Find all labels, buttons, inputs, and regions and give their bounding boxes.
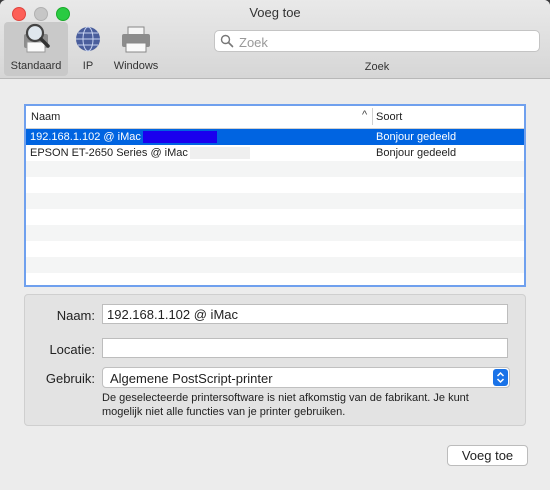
- redaction-box: [189, 147, 250, 159]
- driver-warning-note: De geselecteerde printersoftware is niet…: [102, 392, 469, 418]
- name-label: Naam:: [56, 308, 95, 323]
- printer-list[interactable]: Naam ^ Soort 192.168.1.102 @ iMac Bonjou…: [24, 104, 526, 287]
- column-header-type[interactable]: Soort: [376, 111, 402, 123]
- printer-details-form: Naam: Locatie: Gebruik: Algemene PostScr…: [24, 294, 526, 426]
- name-field[interactable]: [102, 304, 508, 324]
- printer-type: Bonjour gedeeld: [376, 147, 457, 159]
- search-field[interactable]: [214, 30, 540, 52]
- column-divider[interactable]: [372, 108, 373, 125]
- toolbar-tab-windows-label: Windows: [113, 60, 159, 72]
- add-button[interactable]: Voeg toe: [447, 445, 528, 466]
- empty-row: [26, 161, 524, 177]
- use-label: Gebruik:: [45, 371, 95, 386]
- toolbar-tab-standard[interactable]: Standaard: [4, 22, 68, 76]
- printer-name: 192.168.1.102 @ iMac: [30, 131, 141, 143]
- globe-icon: [76, 26, 100, 52]
- printer-icon: [122, 26, 150, 53]
- chevron-up-down-icon: [493, 369, 508, 386]
- printer-row[interactable]: 192.168.1.102 @ iMac Bonjour gedeeld: [26, 129, 524, 145]
- sort-ascending-icon: ^: [362, 109, 368, 121]
- empty-row: [26, 225, 524, 241]
- toolbar-tab-windows[interactable]: Windows: [108, 22, 164, 76]
- add-printer-window: Voeg toe Standaard IP Windows Zoek Zoek …: [0, 0, 550, 490]
- column-header-name[interactable]: Naam: [31, 111, 60, 123]
- window-title: Voeg toe: [249, 5, 301, 20]
- empty-row: [26, 273, 524, 285]
- toolbar-tab-standard-label: Standaard: [10, 60, 62, 72]
- list-header: Naam ^ Soort: [26, 106, 524, 129]
- location-field[interactable]: [102, 338, 508, 358]
- driver-select-value: Algemene PostScript-printer: [110, 371, 273, 386]
- printer-name: EPSON ET-2650 Series @ iMac: [30, 147, 188, 159]
- printer-search-icon: [24, 23, 50, 53]
- toolbar: Voeg toe Standaard IP Windows Zoek Zoek: [0, 0, 550, 79]
- search-input[interactable]: [237, 32, 531, 52]
- empty-row: [26, 177, 524, 193]
- empty-row: [26, 241, 524, 257]
- search-caption: Zoek: [364, 61, 390, 73]
- search-icon: [220, 34, 234, 48]
- toolbar-tab-ip[interactable]: IP: [70, 22, 106, 76]
- empty-row: [26, 193, 524, 209]
- printer-type: Bonjour gedeeld: [376, 131, 457, 143]
- empty-row: [26, 257, 524, 273]
- toolbar-tab-ip-label: IP: [82, 60, 94, 72]
- driver-select[interactable]: Algemene PostScript-printer: [102, 367, 510, 388]
- printer-row[interactable]: EPSON ET-2650 Series @ iMac Bonjour gede…: [26, 145, 524, 161]
- empty-row: [26, 209, 524, 225]
- location-label: Locatie:: [49, 342, 95, 357]
- redaction-box: [142, 131, 217, 143]
